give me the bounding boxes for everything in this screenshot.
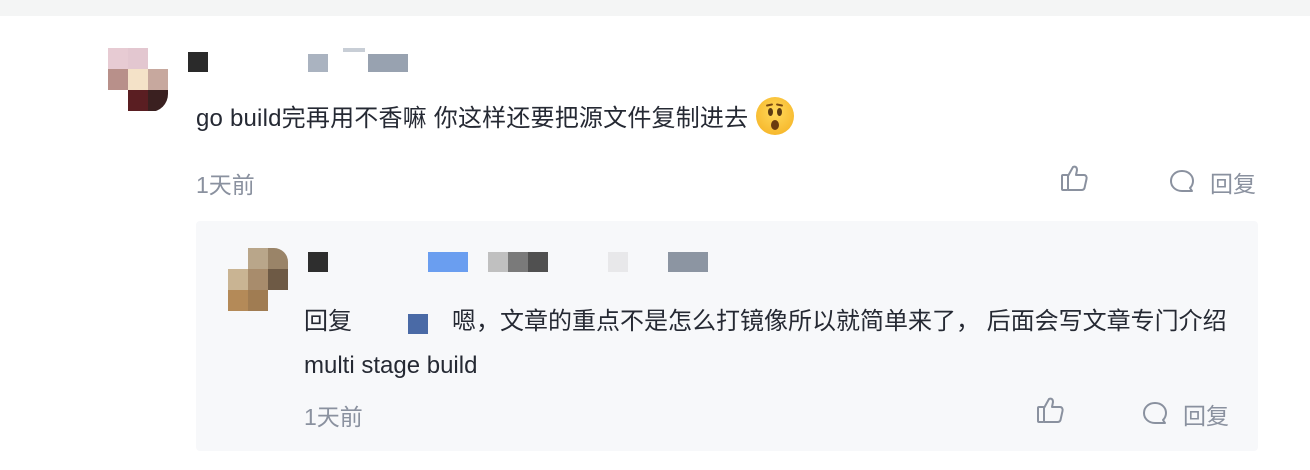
reply-prefix: 回复 [304, 308, 352, 335]
reply-time: 1天前 [304, 404, 363, 430]
reply-content: 回复 嗯，文章的重点不是怎么打镜像所以就简单来了， 后面会写文章专门介绍multi… [304, 300, 1234, 388]
reply-button[interactable]: 回复 [1168, 165, 1256, 199]
user-meta-censored [368, 54, 408, 72]
reply-meta-censored [608, 252, 628, 272]
hushed-face-emoji-icon [756, 96, 795, 135]
reply-meta-censored [488, 252, 548, 272]
thumbs-up-icon [1037, 397, 1064, 423]
comment-text: go build完再用不香嘛 你这样还要把源文件复制进去 [196, 105, 749, 132]
reply-label: 回复 [1210, 171, 1256, 197]
reply-meta-censored [428, 252, 468, 272]
reply-meta-censored [668, 252, 708, 272]
mentioned-user-censored[interactable] [352, 311, 452, 335]
thumbs-up-icon [1061, 165, 1088, 191]
like-button[interactable] [1059, 163, 1089, 193]
comment-item: go build完再用不香嘛 你这样还要把源文件复制进去 1天前 回复 回复 嗯，… [0, 0, 1310, 470]
comment-time: 1天前 [196, 172, 255, 198]
reply-username-censored[interactable] [308, 252, 328, 272]
reply-like-button[interactable] [1035, 395, 1065, 425]
reply-reply-button[interactable]: 回复 [1141, 397, 1229, 431]
comment-content: go build完再用不香嘛 你这样还要把源文件复制进去 [196, 96, 795, 139]
username-censored[interactable] [188, 52, 208, 72]
reply-avatar[interactable] [228, 248, 288, 312]
avatar[interactable] [108, 48, 168, 112]
user-meta-censored [308, 54, 328, 72]
comment-bubble-icon [1170, 170, 1194, 192]
comment-bubble-icon [1143, 402, 1167, 424]
user-meta-censored [343, 48, 365, 52]
reply-label: 回复 [1183, 403, 1229, 429]
